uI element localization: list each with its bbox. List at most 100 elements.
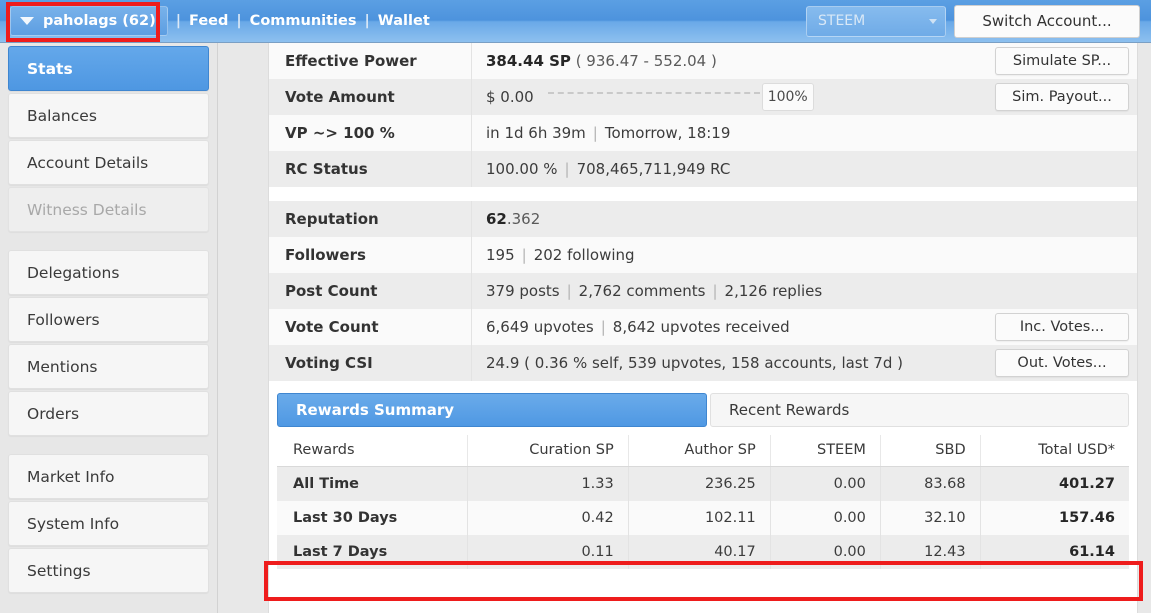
sim-payout-button[interactable]: Sim. Payout... (995, 83, 1129, 111)
sidebar-item-label: Account Details (27, 153, 149, 172)
cell-curation-sp: 0.42 (467, 501, 629, 535)
table-row[interactable]: Last 7 Days 0.11 40.17 0.00 12.43 61.14 (277, 535, 1129, 569)
rewards-table-head: Rewards Curation SP Author SP STEEM SBD … (277, 435, 1129, 467)
vote-amount-gauge: $ 0.00 100% (486, 83, 995, 111)
cell-sbd: 32.10 (879, 501, 981, 535)
app-window: paholags (62) | Feed | Communities | Wal… (0, 0, 1151, 613)
sidebar-item-orders[interactable]: Orders (8, 391, 209, 436)
vote-power-percent-badge: 100% (761, 83, 814, 111)
nav-link-communities[interactable]: Communities (250, 13, 357, 29)
simulate-sp-button[interactable]: Simulate SP... (995, 47, 1129, 75)
sidebar-item-settings[interactable]: Settings (8, 548, 209, 593)
sidebar-item-delegations[interactable]: Delegations (8, 250, 209, 295)
vp-recharge-datetime: Tomorrow, 18:19 (604, 124, 731, 142)
outgoing-votes-button[interactable]: Out. Votes... (995, 349, 1129, 377)
column-header-total-usd: Total USD* (979, 435, 1129, 467)
stat-value: 195 | 202 following (472, 237, 1137, 273)
nav-link-wallet[interactable]: Wallet (378, 13, 430, 29)
replies-count: 2,126 replies (724, 282, 823, 300)
sidebar-item-witness-details: Witness Details (8, 187, 209, 232)
sidebar-item-label: Market Info (27, 467, 115, 486)
vp-recharge-eta: in 1d 6h 39m (486, 124, 586, 142)
column-header-sbd: SBD (879, 435, 981, 467)
effective-power-amount: 384.44 SP (486, 52, 571, 70)
stat-row-reputation: Reputation 62 .362 (269, 201, 1137, 237)
stat-row-action: Simulate SP... (995, 43, 1137, 79)
rewards-section: Rewards Summary Recent Rewards Rewards C… (269, 381, 1137, 569)
table-row[interactable]: Last 30 Days 0.42 102.11 0.00 32.10 157.… (277, 501, 1129, 535)
incoming-votes-button[interactable]: Inc. Votes... (995, 313, 1129, 341)
value-separator: | (600, 318, 606, 336)
vote-amount-value: $ 0.00 (486, 88, 534, 106)
cell-period: Last 30 Days (277, 501, 468, 535)
cell-author-sp: 102.11 (627, 501, 771, 535)
table-row[interactable]: All Time 1.33 236.25 0.00 83.68 401.27 (277, 466, 1129, 501)
sidebar-item-account-details[interactable]: Account Details (8, 140, 209, 185)
stat-label: Effective Power (269, 43, 472, 79)
chain-select[interactable]: STEEM (806, 5, 946, 37)
sidebar-item-followers[interactable]: Followers (8, 297, 209, 342)
stat-row-voting-csi: Voting CSI 24.9 ( 0.36 % self, 539 upvot… (269, 345, 1137, 381)
effective-power-range: ( 936.47 - 552.04 ) (575, 52, 717, 70)
value-separator: | (566, 282, 572, 300)
upvotes-received: 8,642 upvotes received (612, 318, 790, 336)
sidebar-item-balances[interactable]: Balances (8, 93, 209, 138)
sidebar-group-divider (8, 234, 209, 250)
stat-row-followers: Followers 195 | 202 following (269, 237, 1137, 273)
stat-label: Vote Count (269, 309, 472, 345)
sidebar-group-divider (8, 438, 209, 454)
rewards-tabs: Rewards Summary Recent Rewards (277, 393, 1129, 427)
rewards-table-body: All Time 1.33 236.25 0.00 83.68 401.27 L… (277, 466, 1129, 569)
tab-recent-rewards[interactable]: Recent Rewards (710, 393, 1129, 427)
sidebar-item-label: Orders (27, 404, 80, 423)
stat-row-vp-recharge: VP ~> 100 % in 1d 6h 39m | Tomorrow, 18:… (269, 115, 1137, 151)
account-dropdown-button[interactable]: paholags (62) (10, 6, 168, 36)
stat-value: 379 posts | 2,762 comments | 2,126 repli… (472, 273, 1137, 309)
tab-rewards-summary[interactable]: Rewards Summary (277, 393, 707, 427)
sidebar-item-market-info[interactable]: Market Info (8, 454, 209, 499)
comments-count: 2,762 comments (578, 282, 706, 300)
stat-row-action: Sim. Payout... (995, 79, 1137, 115)
stat-value: 6,649 upvotes | 8,642 upvotes received (472, 309, 995, 345)
cell-steem: 0.00 (769, 501, 881, 535)
column-header-rewards: Rewards (277, 435, 468, 467)
nav-separator-3: | (364, 13, 370, 29)
chevron-down-icon (20, 17, 34, 25)
cell-author-sp: 236.25 (627, 466, 771, 501)
rc-amount: 708,465,711,949 RC (576, 160, 731, 178)
account-name-label: paholags (62) (43, 13, 156, 29)
top-navigation-bar: paholags (62) | Feed | Communities | Wal… (0, 0, 1151, 43)
sidebar-item-label: Stats (27, 59, 73, 78)
chevron-down-icon (929, 18, 937, 24)
stat-value: 62 .362 (472, 201, 1137, 237)
stat-value: 384.44 SP ( 936.47 - 552.04 ) (472, 43, 995, 79)
followers-count: 195 (486, 246, 515, 264)
nav-link-feed[interactable]: Feed (189, 13, 228, 29)
sidebar-item-label: Balances (27, 106, 97, 125)
stat-label: VP ~> 100 % (269, 115, 472, 151)
header-right-controls: STEEM Switch Account... (806, 4, 1151, 38)
rc-percent: 100.00 % (486, 160, 558, 178)
stat-label: RC Status (269, 151, 472, 187)
sidebar-item-mentions[interactable]: Mentions (8, 344, 209, 389)
cell-period: Last 7 Days (277, 535, 468, 569)
vote-power-bar (547, 92, 760, 102)
reputation-fraction: .362 (506, 210, 541, 228)
cell-sbd: 83.68 (879, 466, 981, 501)
cell-total-usd: 157.46 (979, 501, 1129, 535)
cell-steem: 0.00 (769, 466, 881, 501)
cell-sbd: 12.43 (879, 535, 981, 569)
rewards-table: Rewards Curation SP Author SP STEEM SBD … (277, 435, 1129, 569)
nav-separator-2: | (236, 13, 242, 29)
section-spacer (269, 187, 1137, 201)
sidebar-item-system-info[interactable]: System Info (8, 501, 209, 546)
value-separator: | (712, 282, 718, 300)
sidebar-item-label: Followers (27, 310, 100, 329)
stat-label: Reputation (269, 201, 472, 237)
cell-period: All Time (277, 466, 468, 501)
sidebar-item-label: Delegations (27, 263, 120, 282)
stat-row-rc-status: RC Status 100.00 % | 708,465,711,949 RC (269, 151, 1137, 187)
stat-label: Followers (269, 237, 472, 273)
sidebar-item-stats[interactable]: Stats (8, 46, 209, 91)
switch-account-button[interactable]: Switch Account... (954, 4, 1140, 38)
